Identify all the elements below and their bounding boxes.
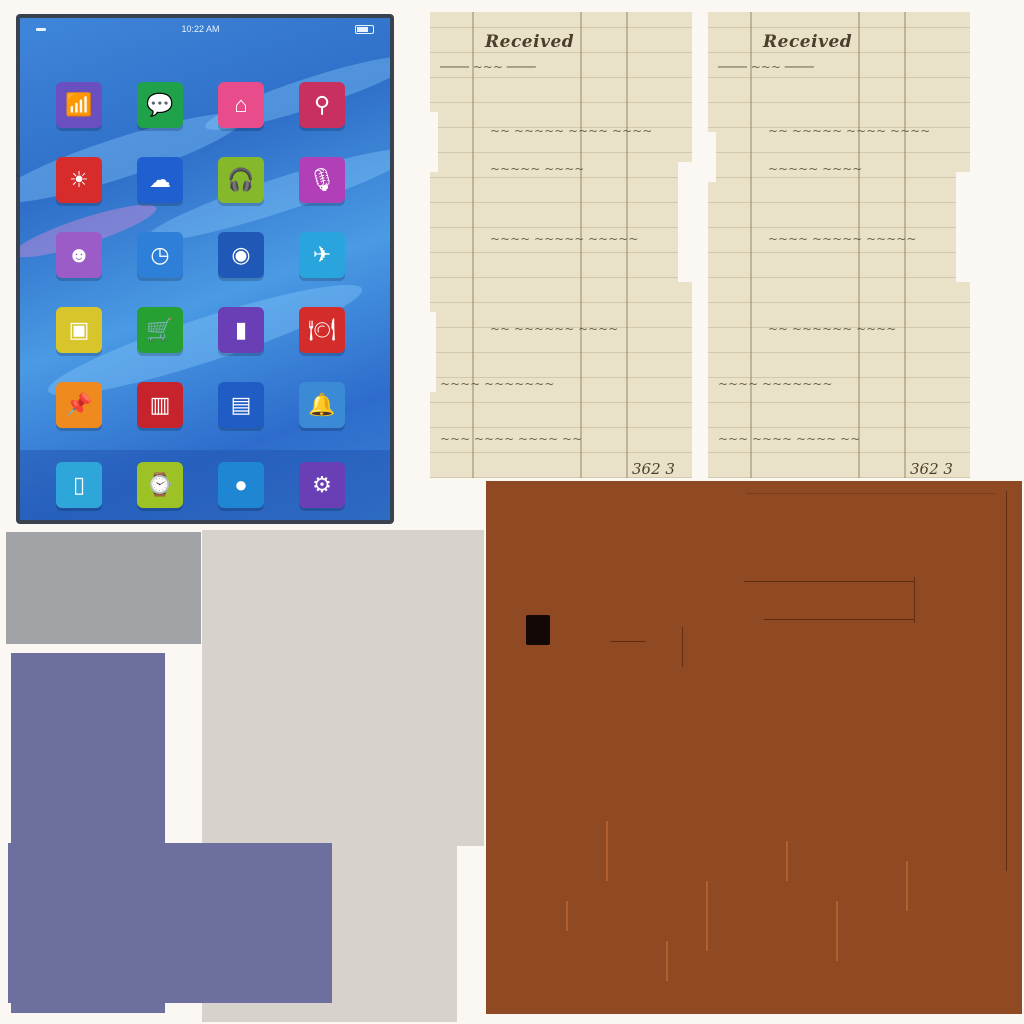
battery-icon	[355, 24, 374, 34]
app-grid: 📶 💬 ⌂ ⚲ ☀ ☁ 🎧 🎙 ☻ ◷ ◉ ✈ ▣ 🛒 ▮ 🍽 📌 ▥ ▤ 🔔	[56, 82, 358, 428]
handwriting: ~~~~ ~~~~~ ~~~~~	[490, 232, 639, 246]
handwriting: ~~~~ ~~~~~ ~~~~~	[768, 232, 917, 246]
status-bar: 10:22 AM	[20, 18, 390, 40]
cloud-icon[interactable]: ☁	[137, 157, 183, 203]
handwriting: ~~ ~~~~~ ~~~~ ~~~~	[490, 124, 653, 138]
dark-mark	[526, 615, 550, 645]
handwriting: ──── ~~~ ────	[718, 60, 814, 74]
watch-icon[interactable]: ⌚	[137, 462, 183, 508]
handwriting: ──── ~~~ ────	[440, 60, 536, 74]
search-icon[interactable]: ⚲	[299, 82, 345, 128]
user-icon[interactable]: ☻	[56, 232, 102, 278]
handwriting: ~~ ~~~~~ ~~~~ ~~~~	[768, 124, 931, 138]
handwriting: ~~~~ ~~~~~~~	[718, 377, 833, 391]
weather-sun-icon[interactable]: ☀	[56, 157, 102, 203]
home-icon[interactable]: ⌂	[218, 82, 264, 128]
airplane-icon[interactable]: ✈	[299, 232, 345, 278]
handwriting: ~~ ~~~~~~ ~~~~	[768, 322, 897, 336]
handwriting: ~~~~~ ~~~~	[490, 162, 585, 176]
wifi-icon[interactable]: 📶	[56, 82, 102, 128]
purple-swatch-horizontal	[8, 843, 332, 1003]
chat-icon[interactable]: 💬	[137, 82, 183, 128]
background-gap	[457, 846, 485, 1022]
tablet-mockup: 10:22 AM 📶 💬 ⌂ ⚲ ☀ ☁ 🎧 🎙 ☻ ◷ ◉ ✈ ▣ 🛒 ▮ 🍽 📌 ▥ ▤ 🔔 ▯ ⌚ ● ⚙	[16, 14, 394, 524]
ledger-page-right: Received ──── ~~~ ──── ~~ ~~~~~ ~~~~ ~~~…	[708, 12, 970, 478]
phone-icon[interactable]: ▯	[56, 462, 102, 508]
handwriting: ~~ ~~~~~~ ~~~~	[490, 322, 619, 336]
equalizer-icon[interactable]: ▮	[218, 307, 264, 353]
settings-icon[interactable]: ⚙	[299, 462, 345, 508]
status-time: 10:22 AM	[181, 24, 220, 34]
signal-icon	[36, 27, 46, 31]
tablet-screen: 10:22 AM 📶 💬 ⌂ ⚲ ☀ ☁ 🎧 🎙 ☻ ◷ ◉ ✈ ▣ 🛒 ▮ 🍽 📌 ▥ ▤ 🔔 ▯ ⌚ ● ⚙	[20, 18, 390, 520]
dining-icon[interactable]: 🍽	[299, 307, 345, 353]
ledger-title: Received	[485, 32, 575, 52]
dock-apps: ▯ ⌚ ● ⚙	[56, 462, 345, 508]
tv-icon[interactable]: ▣	[56, 307, 102, 353]
handwriting: ~~~~~ ~~~~	[768, 162, 863, 176]
handwriting: ~~~ ~~~~ ~~~~ ~~	[440, 432, 583, 446]
handwriting: ~~~ ~~~~ ~~~~ ~~	[718, 432, 861, 446]
clock-icon[interactable]: ◷	[137, 232, 183, 278]
camera-icon[interactable]: ◉	[218, 232, 264, 278]
cart-icon[interactable]: 🛒	[137, 307, 183, 353]
gray-swatch	[6, 532, 201, 644]
handwriting: ~~~~ ~~~~~~~	[440, 377, 555, 391]
headphones-icon[interactable]: 🎧	[218, 157, 264, 203]
bell-icon[interactable]: 🔔	[299, 382, 345, 428]
ledger-total: 362 3	[632, 460, 675, 478]
film-icon[interactable]: ▤	[218, 382, 264, 428]
pushpin-icon[interactable]: 📌	[56, 382, 102, 428]
circle-icon[interactable]: ●	[218, 462, 264, 508]
ledger-page-left: Received ──── ~~~ ──── ~~ ~~~~~ ~~~~ ~~~…	[430, 12, 692, 478]
leather-texture	[486, 481, 1022, 1014]
book-icon[interactable]: ▥	[137, 382, 183, 428]
microphone-icon[interactable]: 🎙	[299, 157, 345, 203]
ledger-total: 362 3	[910, 460, 953, 478]
dock: ▯ ⌚ ● ⚙	[20, 450, 390, 520]
ledger-title: Received	[763, 32, 853, 52]
